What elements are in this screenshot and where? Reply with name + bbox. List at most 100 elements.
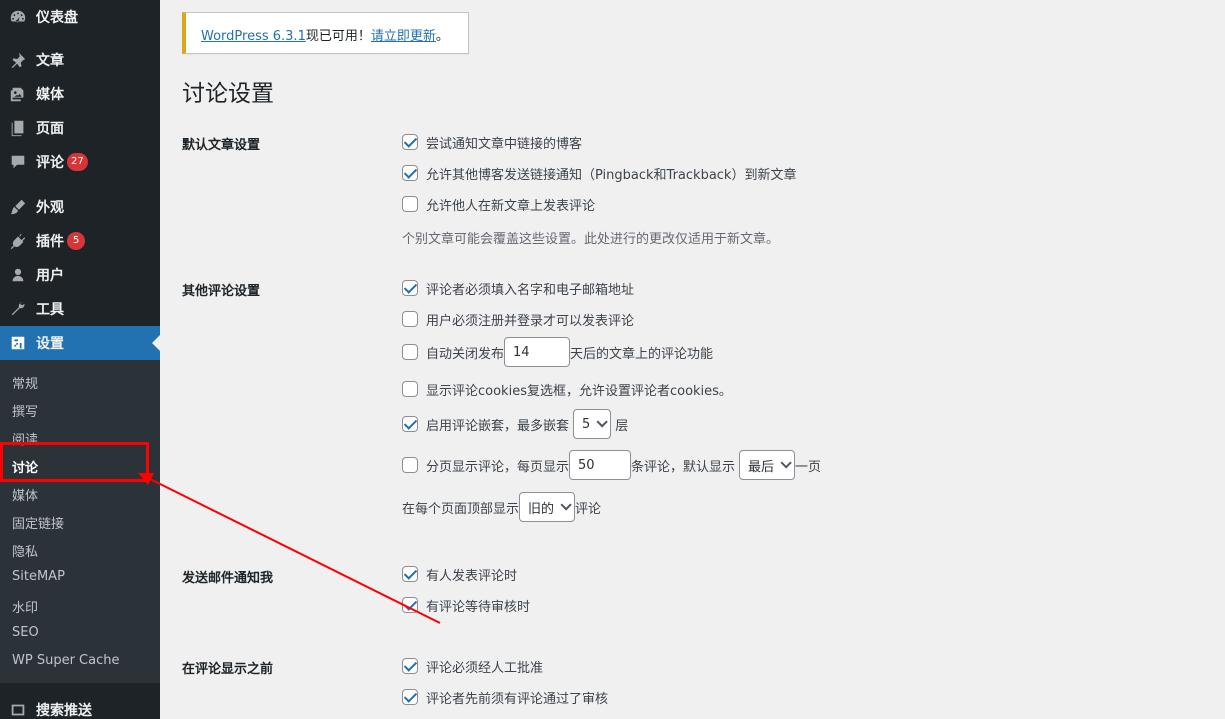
option-allow-comments[interactable]: 允许他人在新文章上发表评论 bbox=[402, 189, 595, 219]
update-now-link[interactable]: 请立即更新 bbox=[371, 29, 436, 44]
menu-item-settings[interactable]: 设置 bbox=[0, 326, 160, 360]
menu-item-dashboard[interactable]: 仪表盘 bbox=[0, 0, 160, 34]
option-email-on-moderation[interactable]: 有评论等待审核时 bbox=[402, 590, 530, 620]
chevron-down-icon bbox=[596, 416, 609, 428]
section-before-comment: 在评论显示之前 bbox=[182, 662, 274, 677]
section-email-notify: 发送邮件通知我 bbox=[182, 571, 274, 586]
wrench-icon bbox=[0, 300, 36, 318]
annotation-highlight-box bbox=[0, 442, 149, 482]
option-label: 启用评论嵌套，最多嵌套 bbox=[426, 418, 570, 434]
menu-label: 外观 bbox=[36, 200, 64, 216]
submenu-watermark[interactable]: 水印 bbox=[12, 597, 38, 616]
submenu-media[interactable]: 媒体 bbox=[12, 485, 38, 504]
option-paginate-comments: 分页显示评论，每页显示 50 条评论，默认显示 最后 一页 bbox=[402, 450, 821, 480]
option-label: 有人发表评论时 bbox=[426, 568, 518, 584]
menu-item-appearance[interactable]: 外观 bbox=[0, 190, 160, 224]
option-cookies-checkbox[interactable]: 显示评论cookies复选框，允许设置评论者cookies。 bbox=[402, 374, 732, 404]
checkbox-unchecked[interactable] bbox=[402, 344, 418, 360]
checkbox-checked[interactable] bbox=[402, 566, 418, 582]
comment-icon bbox=[0, 153, 36, 171]
menu-label: 文章 bbox=[36, 53, 64, 69]
option-label: 在每个页面顶部显示 bbox=[402, 501, 520, 517]
option-label: 评论 bbox=[575, 501, 602, 517]
option-label: 条评论，默认显示 bbox=[631, 459, 736, 475]
menu-item-comments[interactable]: 评论 27 bbox=[0, 145, 160, 179]
menu-item-media[interactable]: 媒体 bbox=[0, 77, 160, 111]
menu-item-pages[interactable]: 页面 bbox=[0, 111, 160, 145]
option-label: 自动关闭发布 bbox=[426, 346, 505, 362]
checkbox-checked[interactable] bbox=[402, 597, 418, 613]
version-link[interactable]: WordPress 6.3.1 bbox=[201, 29, 306, 44]
checkbox-unchecked[interactable] bbox=[402, 381, 418, 397]
option-require-login[interactable]: 用户必须注册并登录才可以发表评论 bbox=[402, 304, 634, 334]
menu-label: 媒体 bbox=[36, 87, 64, 103]
checkbox-checked[interactable] bbox=[402, 280, 418, 296]
option-auto-close: 自动关闭发布 14 天后的文章上的评论功能 bbox=[402, 337, 713, 367]
option-label: 用户必须注册并登录才可以发表评论 bbox=[426, 313, 635, 329]
plugin-icon bbox=[0, 232, 36, 250]
option-require-name-email[interactable]: 评论者必须填入名字和电子邮箱地址 bbox=[402, 273, 634, 303]
option-email-on-comment[interactable]: 有人发表评论时 bbox=[402, 559, 517, 589]
page-title: 讨论设置 bbox=[182, 81, 274, 107]
checkbox-checked[interactable] bbox=[402, 689, 418, 705]
checkbox-checked[interactable] bbox=[402, 165, 418, 181]
checkbox-unchecked[interactable] bbox=[402, 457, 418, 473]
submenu-sitemap[interactable]: SiteMAP bbox=[12, 569, 65, 584]
option-label: 一页 bbox=[795, 459, 822, 475]
menu-item-users[interactable]: 用户 bbox=[0, 258, 160, 292]
menu-item-posts[interactable]: 文章 bbox=[0, 43, 160, 77]
notice-text: 现已可用！ bbox=[305, 29, 371, 44]
option-label: 天后的文章上的评论功能 bbox=[570, 346, 714, 362]
update-notice: WordPress 6.3.1现已可用！请立即更新。 bbox=[182, 12, 469, 54]
dashboard-icon bbox=[0, 8, 36, 26]
submenu-wp-super-cache[interactable]: WP Super Cache bbox=[12, 653, 119, 668]
search-push-icon bbox=[0, 701, 36, 719]
submenu-seo[interactable]: SEO bbox=[12, 625, 39, 640]
option-attempt-notify[interactable]: 尝试通知文章中链接的博客 bbox=[402, 127, 582, 157]
default-article-description: 个别文章可能会覆盖这些设置。此处进行的更改仅适用于新文章。 bbox=[402, 232, 780, 247]
option-label: 评论者必须填入名字和电子邮箱地址 bbox=[426, 282, 635, 298]
menu-label: 设置 bbox=[36, 336, 64, 352]
thread-depth-select[interactable]: 5 bbox=[573, 409, 612, 439]
close-days-input[interactable]: 14 bbox=[504, 337, 571, 367]
section-other-comment: 其他评论设置 bbox=[182, 284, 261, 299]
comment-order-select[interactable]: 旧的 bbox=[519, 492, 576, 522]
submenu-privacy[interactable]: 隐私 bbox=[12, 541, 38, 560]
checkbox-unchecked[interactable] bbox=[402, 311, 418, 327]
chevron-down-icon bbox=[560, 499, 572, 511]
media-icon bbox=[0, 85, 36, 103]
menu-item-search-push[interactable]: 搜索推送 bbox=[0, 693, 160, 719]
menu-label: 用户 bbox=[36, 268, 64, 284]
option-manual-approval[interactable]: 评论必须经人工批准 bbox=[402, 651, 543, 681]
option-comment-order: 在每个页面顶部显示 旧的 评论 bbox=[402, 492, 601, 522]
comment-count-badge: 27 bbox=[67, 153, 88, 171]
option-allow-pingback[interactable]: 允许其他博客发送链接通知（Pingback和Trackback）到新文章 bbox=[402, 158, 796, 188]
option-label: 允许其他博客发送链接通知（Pingback和Trackback）到新文章 bbox=[426, 167, 797, 183]
select-value: 最后 bbox=[748, 459, 775, 475]
page-icon bbox=[0, 119, 36, 137]
comments-per-page-input[interactable]: 50 bbox=[569, 450, 632, 480]
option-label: 分页显示评论，每页显示 bbox=[426, 459, 570, 475]
menu-item-plugins[interactable]: 插件 5 bbox=[0, 224, 160, 258]
checkbox-unchecked[interactable] bbox=[402, 196, 418, 212]
option-previously-approved[interactable]: 评论者先前须有评论通过了审核 bbox=[402, 682, 608, 712]
menu-label: 页面 bbox=[36, 121, 64, 137]
menu-label: 插件 bbox=[36, 234, 64, 250]
submenu-permalinks[interactable]: 固定链接 bbox=[12, 513, 64, 532]
option-label: 允许他人在新文章上发表评论 bbox=[426, 198, 596, 214]
pin-icon bbox=[0, 51, 36, 69]
brush-icon bbox=[0, 198, 36, 216]
menu-label: 搜索推送 bbox=[36, 703, 92, 719]
menu-label: 仪表盘 bbox=[36, 10, 78, 26]
option-label: 层 bbox=[615, 418, 629, 434]
default-page-select[interactable]: 最后 bbox=[739, 450, 796, 480]
option-label: 评论必须经人工批准 bbox=[426, 660, 544, 676]
submenu-general[interactable]: 常规 bbox=[12, 373, 38, 392]
section-default-article: 默认文章设置 bbox=[182, 138, 261, 153]
submenu-writing[interactable]: 撰写 bbox=[12, 401, 38, 420]
checkbox-checked[interactable] bbox=[402, 658, 418, 674]
option-label: 显示评论cookies复选框，允许设置评论者cookies。 bbox=[426, 383, 732, 399]
checkbox-checked[interactable] bbox=[402, 416, 418, 432]
menu-item-tools[interactable]: 工具 bbox=[0, 292, 160, 326]
checkbox-checked[interactable] bbox=[402, 134, 418, 150]
